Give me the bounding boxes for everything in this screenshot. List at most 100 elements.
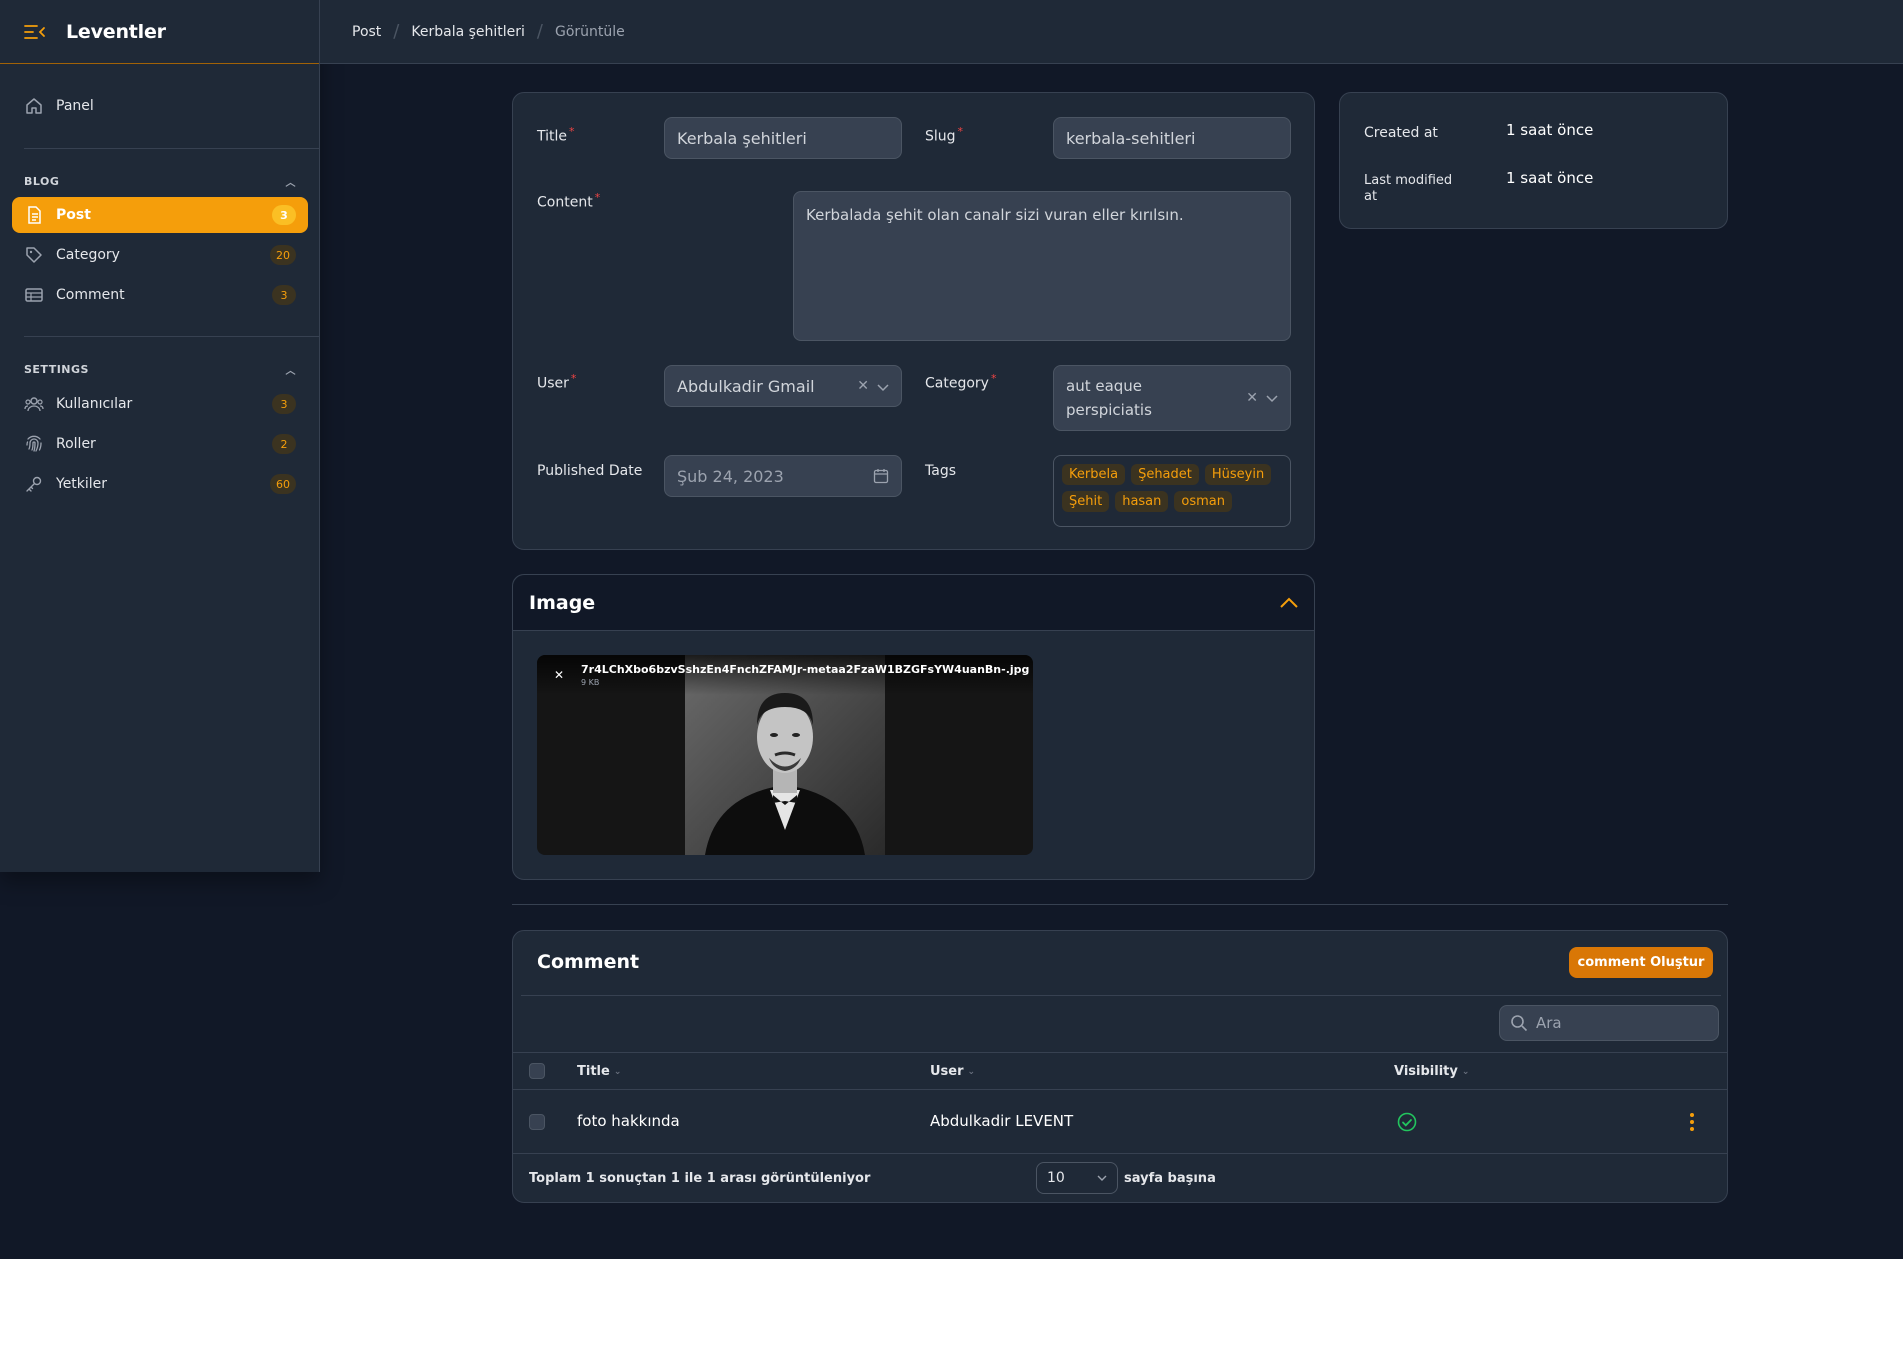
row-checkbox[interactable] xyxy=(529,1114,545,1130)
sort-icon: ⌄ xyxy=(1461,1066,1470,1077)
post-form-card: Title * Kerbala şehitleri Slug * kerbala-s… xyxy=(512,92,1315,550)
tag-chip[interactable]: Kerbela xyxy=(1062,464,1126,485)
title-field[interactable]: Kerbala şehitleri xyxy=(664,117,902,159)
title-label: Title * xyxy=(537,125,575,145)
image-section-title: Image xyxy=(529,591,596,614)
image-section-header[interactable]: Image xyxy=(513,575,1314,631)
sidebar-item-users[interactable]: Kullanıcılar 3 xyxy=(12,386,308,422)
title-value: Kerbala şehitleri xyxy=(677,128,807,148)
content-label: Content * xyxy=(537,191,601,211)
clear-icon[interactable]: ✕ xyxy=(857,378,869,394)
app-root: Leventler Panel BLOG ︿ Post 3 Category 2… xyxy=(0,0,1903,1259)
sidebar-item-roles[interactable]: Roller 2 xyxy=(12,426,308,462)
modified-at-label: Last modified at xyxy=(1364,173,1464,205)
sidebar-item-label: Category xyxy=(56,247,120,263)
breadcrumb-separator: / xyxy=(536,21,543,42)
count-badge: 20 xyxy=(270,245,296,265)
sidebar-item-category[interactable]: Category 20 xyxy=(12,237,308,273)
group-blog-label: BLOG xyxy=(24,175,60,188)
tag-chip[interactable]: Hüseyin xyxy=(1204,464,1272,485)
user-label: User * xyxy=(537,372,577,392)
column-header-title[interactable]: Title ⌄ xyxy=(577,1064,621,1079)
modified-at-value: 1 saat önce xyxy=(1506,169,1594,187)
per-page-select[interactable]: 10 xyxy=(1036,1162,1118,1194)
chevron-up-icon[interactable]: ︿ xyxy=(286,362,297,377)
sidebar-item-label: Comment xyxy=(56,287,125,303)
sidebar-item-post[interactable]: Post 3 xyxy=(12,197,308,233)
count-badge: 2 xyxy=(272,434,296,454)
comments-title: Comment xyxy=(537,951,640,973)
chevron-down-icon[interactable] xyxy=(1266,389,1278,407)
sidebar-item-label: Yetkiler xyxy=(56,476,108,492)
select-controls: ✕ xyxy=(857,377,889,396)
chevron-down-icon xyxy=(1097,1170,1107,1186)
category-select[interactable]: aut eaque perspiciatis ✕ xyxy=(1053,365,1291,431)
clear-icon[interactable]: ✕ xyxy=(1246,390,1258,406)
sidebar-item-comment[interactable]: Comment 3 xyxy=(12,277,308,313)
tag-icon xyxy=(24,245,44,265)
sort-icon: ⌄ xyxy=(613,1066,622,1077)
brand-header: Leventler xyxy=(0,0,319,64)
tags-input[interactable]: Kerbela Şehadet Hüseyin Şehit hasan osma… xyxy=(1053,455,1291,527)
modified-at-label-line1: Last modified xyxy=(1364,173,1453,188)
cell-title: foto hakkında xyxy=(577,1112,680,1130)
sidebar: Leventler Panel BLOG ︿ Post 3 Category 2… xyxy=(0,0,320,872)
select-controls: ✕ xyxy=(1246,389,1278,407)
remove-file-icon[interactable]: ✕ xyxy=(551,667,567,683)
column-header-visibility[interactable]: Visibility ⌄ xyxy=(1394,1064,1469,1079)
table-header: Title ⌄ User ⌄ Visibility ⌄ xyxy=(513,1052,1727,1090)
tags-label: Tags xyxy=(925,463,956,479)
users-icon xyxy=(24,394,44,414)
slug-field[interactable]: kerbala-sehitleri xyxy=(1053,117,1291,159)
group-settings-label: SETTINGS xyxy=(24,363,89,376)
calendar-icon[interactable] xyxy=(873,468,889,484)
tag-chip[interactable]: osman xyxy=(1174,491,1232,512)
breadcrumb-item[interactable]: Post xyxy=(352,24,381,40)
select-all-checkbox[interactable] xyxy=(529,1063,545,1079)
sidebar-item-panel[interactable]: Panel xyxy=(12,88,308,124)
count-badge: 3 xyxy=(272,285,296,305)
group-blog[interactable]: BLOG ︿ xyxy=(24,174,296,189)
content-value: Kerbalada şehit olan canalr sizi vuran e… xyxy=(806,206,1184,224)
sidebar-item-label: Panel xyxy=(56,98,94,114)
topbar: Post / Kerbala şehitleri / Görüntüle xyxy=(320,0,1903,64)
published-date-label: Published Date xyxy=(537,463,643,479)
chevron-up-icon[interactable]: ︿ xyxy=(286,174,297,189)
breadcrumb-item[interactable]: Kerbala şehitleri xyxy=(411,24,525,40)
sidebar-item-permissions[interactable]: Yetkiler 60 xyxy=(12,466,308,502)
user-select[interactable]: Abdulkadir Gmail ✕ xyxy=(664,365,902,407)
tag-chip[interactable]: Şehit xyxy=(1062,491,1110,512)
user-value: Abdulkadir Gmail xyxy=(677,376,815,396)
column-header-user[interactable]: User ⌄ xyxy=(930,1064,975,1079)
group-settings[interactable]: SETTINGS ︿ xyxy=(24,362,296,377)
content-textarea[interactable]: Kerbalada şehit olan canalr sizi vuran e… xyxy=(793,191,1291,341)
tag-chip[interactable]: hasan xyxy=(1115,491,1169,512)
tag-chip[interactable]: Şehadet xyxy=(1131,464,1199,485)
section-divider xyxy=(512,904,1728,905)
chevron-up-icon[interactable] xyxy=(1280,593,1298,612)
collapse-sidebar-icon[interactable] xyxy=(24,24,46,40)
category-value-line1: aut eaque xyxy=(1066,377,1143,395)
search-input[interactable]: Ara xyxy=(1499,1005,1719,1041)
count-badge: 3 xyxy=(272,205,296,225)
chevron-down-icon[interactable] xyxy=(877,377,889,396)
brand-name: Leventler xyxy=(66,20,166,43)
search-icon xyxy=(1510,1014,1528,1032)
row-actions-icon[interactable] xyxy=(1689,1113,1695,1131)
meta-card: Created at 1 saat önce Last modified at … xyxy=(1339,92,1728,229)
create-comment-button[interactable]: comment Oluştur xyxy=(1569,947,1713,978)
fingerprint-icon xyxy=(24,434,44,454)
key-icon xyxy=(24,474,44,494)
document-icon xyxy=(24,205,44,225)
divider xyxy=(24,148,320,149)
breadcrumb-item-current: Görüntüle xyxy=(555,23,625,40)
per-page-value: 10 xyxy=(1047,1170,1065,1186)
published-date-picker[interactable]: Şub 24, 2023 xyxy=(664,455,902,497)
created-at-label: Created at xyxy=(1364,125,1438,141)
sidebar-item-label: Kullanıcılar xyxy=(56,396,133,412)
table-row[interactable]: foto hakkında Abdulkadir LEVENT xyxy=(513,1090,1727,1154)
per-page-label: sayfa başına xyxy=(1124,1171,1216,1186)
count-badge: 3 xyxy=(272,394,296,414)
table-icon xyxy=(24,285,44,305)
count-badge: 60 xyxy=(270,474,296,494)
